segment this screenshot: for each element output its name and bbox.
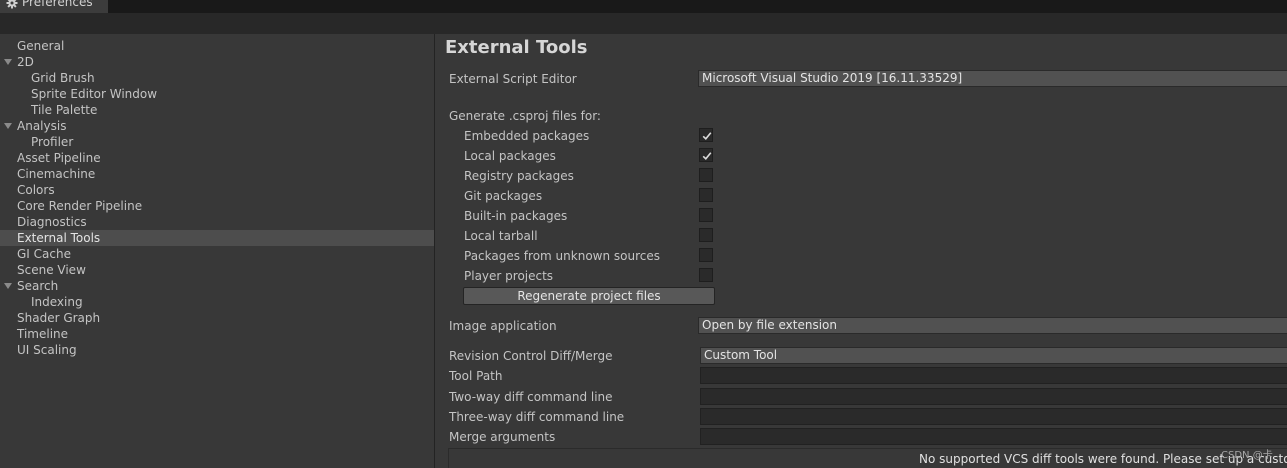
csproj-header: Generate .csproj files for: [449, 109, 601, 123]
sidebar-item-label: Shader Graph [17, 311, 101, 325]
checkbox-registry-packages[interactable] [699, 168, 713, 182]
option-label-builtin: Built-in packages [464, 209, 568, 223]
two-way-diff-input[interactable] [700, 388, 1287, 405]
sidebar-item-label: Timeline [17, 327, 69, 341]
image-application-label: Image application [449, 319, 557, 333]
sidebar-item-label: Diagnostics [17, 215, 87, 229]
sidebar-item-label: Scene View [17, 263, 86, 277]
option-label-local: Local packages [464, 149, 556, 163]
triangle-down-icon[interactable] [4, 283, 12, 289]
tool-path-input[interactable] [700, 367, 1287, 384]
sidebar-item-label: GI Cache [17, 247, 71, 261]
page-title: External Tools [445, 37, 588, 58]
sidebar-item-grid-brush[interactable]: Grid Brush [0, 70, 434, 86]
option-label-embedded: Embedded packages [464, 129, 590, 143]
sidebar-item-search[interactable]: Search [0, 278, 434, 294]
sidebar-item-profiler[interactable]: Profiler [0, 134, 434, 150]
window-titlebar [0, 0, 1287, 13]
sidebar-item-asset-pipeline[interactable]: Asset Pipeline [0, 150, 434, 166]
triangle-down-icon[interactable] [4, 123, 12, 129]
sidebar-item-label: Asset Pipeline [17, 151, 101, 165]
checkbox-unknown-sources[interactable] [699, 248, 713, 262]
sidebar-item-label: Indexing [31, 295, 83, 309]
settings-panel: External Tools External Script Editor Mi… [435, 34, 1287, 468]
two-way-diff-label: Two-way diff command line [449, 390, 613, 404]
sidebar-item-ui-scaling[interactable]: UI Scaling [0, 342, 434, 358]
triangle-down-icon[interactable] [4, 59, 12, 65]
sidebar-item-general[interactable]: General [0, 38, 434, 54]
toolbar [0, 13, 1287, 35]
sidebar-item-scene-view[interactable]: Scene View [0, 262, 434, 278]
image-application-dropdown[interactable]: Open by file extension [698, 317, 1287, 334]
sidebar-item-cinemachine[interactable]: Cinemachine [0, 166, 434, 182]
script-editor-label: External Script Editor [449, 72, 577, 86]
sidebar-item-label: Colors [17, 183, 55, 197]
merge-arguments-label: Merge arguments [449, 430, 556, 444]
sidebar-item-label: Profiler [31, 135, 74, 149]
gear-icon [6, 0, 18, 13]
preferences-tab[interactable]: Preferences [0, 0, 108, 13]
option-label-player-projects: Player projects [464, 269, 554, 283]
sidebar-item-external-tools[interactable]: External Tools [0, 230, 434, 246]
sidebar-item-label: 2D [17, 55, 34, 69]
sidebar-item-label: Tile Palette [31, 103, 98, 117]
sidebar-item-gi-cache[interactable]: GI Cache [0, 246, 434, 262]
option-label-registry: Registry packages [464, 169, 574, 183]
checkbox-builtin-packages[interactable] [699, 208, 713, 222]
sidebar-item-label: Core Render Pipeline [17, 199, 143, 213]
tool-path-label: Tool Path [449, 369, 503, 383]
sidebar-item-label: External Tools [17, 231, 101, 245]
sidebar-item-label: UI Scaling [17, 343, 77, 357]
revision-control-dropdown[interactable]: Custom Tool [700, 347, 1287, 364]
sidebar-item-tile-palette[interactable]: Tile Palette [0, 102, 434, 118]
sidebar-item-colors[interactable]: Colors [0, 182, 434, 198]
option-label-git: Git packages [464, 189, 543, 203]
sidebar-item-label: General [17, 39, 65, 53]
checkbox-embedded-packages[interactable] [699, 128, 713, 142]
checkbox-git-packages[interactable] [699, 188, 713, 202]
sidebar-item-label: Search [17, 279, 59, 293]
sidebar-item-diagnostics[interactable]: Diagnostics [0, 214, 434, 230]
sidebar-item-shader-graph[interactable]: Shader Graph [0, 310, 434, 326]
merge-arguments-input[interactable] [700, 428, 1287, 445]
help-box: No supported VCS diff tools were found. … [448, 448, 1287, 468]
script-editor-dropdown[interactable]: Microsoft Visual Studio 2019 [16.11.3352… [698, 70, 1287, 87]
checkbox-local-tarball[interactable] [699, 228, 713, 242]
checkbox-local-packages[interactable] [699, 148, 713, 162]
sidebar-item-label: Sprite Editor Window [31, 87, 158, 101]
sidebar-item-sprite-editor-window[interactable]: Sprite Editor Window [0, 86, 434, 102]
sidebar: General 2D Grid Brush Sprite Editor Wind… [0, 34, 435, 468]
three-way-diff-label: Three-way diff command line [449, 410, 625, 424]
regenerate-project-files-button[interactable]: Regenerate project files [463, 287, 715, 305]
option-label-unknown-sources: Packages from unknown sources [464, 249, 660, 263]
sidebar-item-analysis[interactable]: Analysis [0, 118, 434, 134]
sidebar-item-2d[interactable]: 2D [0, 54, 434, 70]
sidebar-item-label: Analysis [17, 119, 67, 133]
tab-title: Preferences [22, 0, 93, 9]
sidebar-item-indexing[interactable]: Indexing [0, 294, 434, 310]
checkmark-icon [702, 152, 712, 160]
three-way-diff-input[interactable] [700, 408, 1287, 425]
sidebar-item-label: Grid Brush [31, 71, 95, 85]
watermark: CSDN @卡 [1221, 450, 1273, 461]
sidebar-item-timeline[interactable]: Timeline [0, 326, 434, 342]
option-label-local-tarball: Local tarball [464, 229, 538, 243]
sidebar-item-core-render-pipeline[interactable]: Core Render Pipeline [0, 198, 434, 214]
checkbox-player-projects[interactable] [699, 268, 713, 282]
checkmark-icon [702, 132, 712, 140]
sidebar-item-label: Cinemachine [17, 167, 96, 181]
revision-control-label: Revision Control Diff/Merge [449, 349, 613, 363]
